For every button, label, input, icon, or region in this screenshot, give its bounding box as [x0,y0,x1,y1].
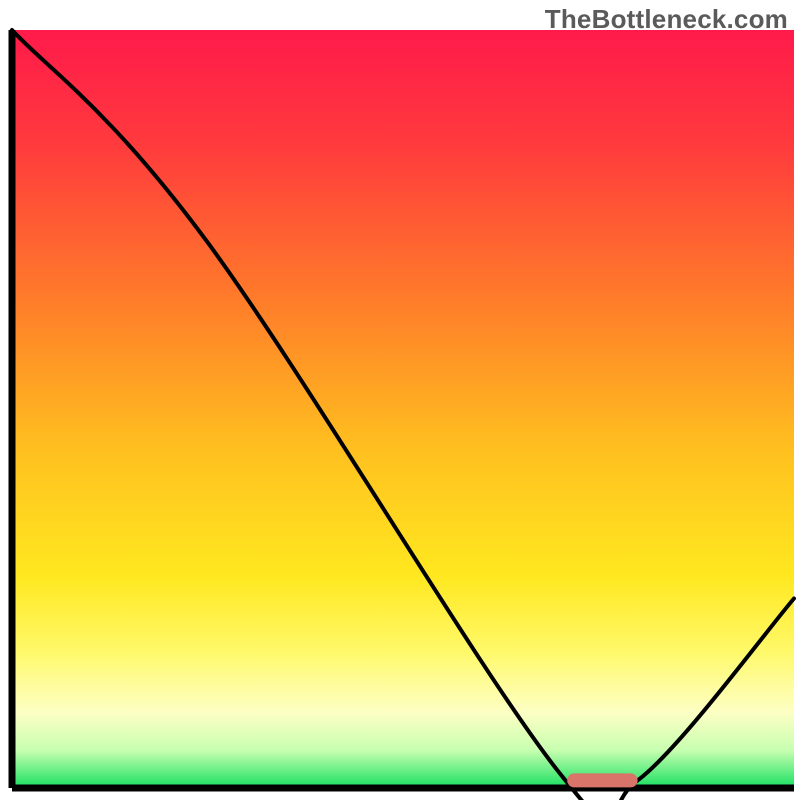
optimum-marker [567,773,637,787]
bottleneck-chart: TheBottleneck.com [0,0,800,800]
watermark-text: TheBottleneck.com [545,4,788,35]
chart-svg [0,0,800,800]
